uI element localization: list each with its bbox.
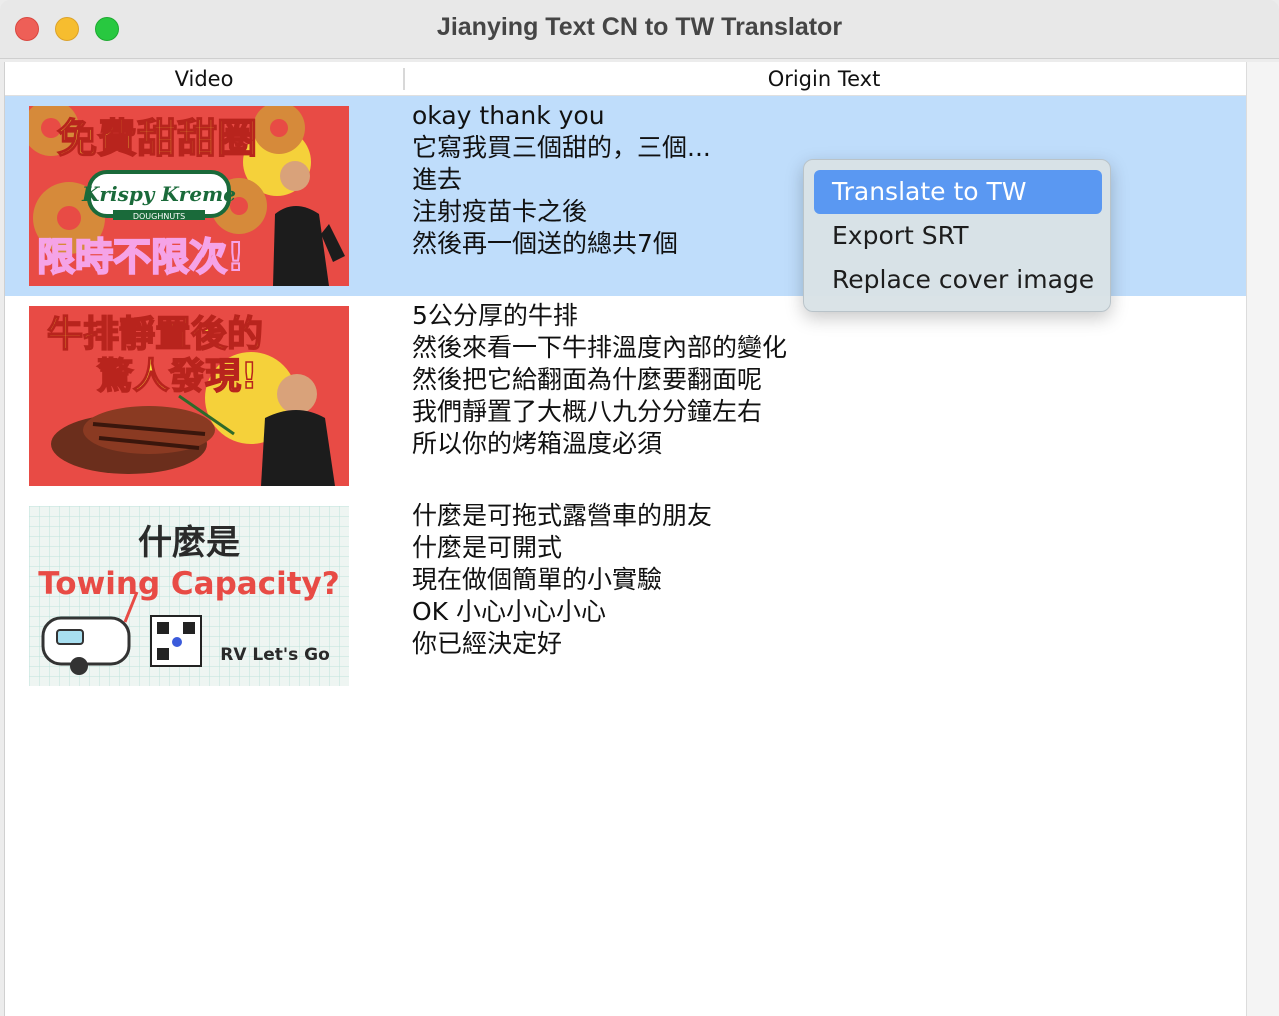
thumb-title: 牛排靜置後的 [47, 314, 263, 355]
context-menu: Translate to TW Export SRT Replace cover… [803, 159, 1111, 312]
subtitle-line: 什麼是可拖式露營車的朋友 [412, 501, 713, 530]
thumb-brand-sub: DOUGHNUTS [133, 212, 185, 221]
subtitle-line: 然後把它給翻面為什麼要翻面呢 [412, 365, 763, 394]
title-bar: Jianying Text CN to TW Translator [0, 0, 1279, 59]
subtitle-line: 然後來看一下牛排溫度內部的變化 [412, 333, 788, 362]
subtitle-line: 什麼是可開式 [412, 533, 563, 562]
subtitle-line: 你已經決定好 [412, 629, 563, 658]
subtitle-line: 所以你的烤箱溫度必須 [412, 429, 663, 458]
origin-text-cell: 什麼是可拖式露營車的朋友 什麼是可開式 現在做個簡單的小實驗 OK 小心小心小心… [412, 500, 1232, 660]
vertical-scrollbar[interactable] [1246, 62, 1279, 1016]
thumb-subtitle: 限時不限次! [37, 235, 244, 279]
thumb-title: 什麼是 [138, 523, 240, 563]
video-thumbnail[interactable]: 牛排靜置後的 驚人發現! [29, 306, 349, 486]
thumb-brand: RV Let's Go [220, 645, 330, 665]
thumb-title: 免費甜甜圈 [57, 116, 257, 162]
subtitle-line: 我們靜置了大概八九分分鐘左右 [412, 397, 763, 426]
menu-item-export-srt[interactable]: Export SRT [814, 214, 1102, 258]
origin-text-cell: 5公分厚的牛排 然後來看一下牛排溫度內部的變化 然後把它給翻面為什麼要翻面呢 我… [412, 300, 1232, 460]
menu-item-translate-to-tw[interactable]: Translate to TW [814, 170, 1102, 214]
column-header-origin-text[interactable]: Origin Text [405, 62, 1243, 95]
app-window: Jianying Text CN to TW Translator Video … [0, 0, 1279, 1016]
video-thumbnail[interactable]: 免費甜甜圈 Krispy Kreme DOUGHNUTS 限時不限次! [29, 106, 349, 286]
table-row[interactable]: 牛排靜置後的 驚人發現! 5公分厚的牛排 然後來看一下牛排溫度內部的變化 然後把… [5, 296, 1247, 496]
subtitle-line: OK 小心小心小心 [412, 597, 607, 626]
thumb-subtitle: Towing Capacity? [38, 566, 339, 602]
subtitle-line: okay thank you [412, 101, 605, 130]
column-header-video[interactable]: Video [5, 62, 403, 95]
table-row[interactable]: 什麼是 Towing Capacity? RV Let's Go 什麼是可拖式露… [5, 496, 1247, 696]
menu-item-replace-cover-image[interactable]: Replace cover image [814, 258, 1102, 302]
thumb-brand: Krispy Kreme [81, 182, 236, 206]
video-thumbnail[interactable]: 什麼是 Towing Capacity? RV Let's Go [29, 506, 349, 686]
window-title: Jianying Text CN to TW Translator [436, 13, 843, 41]
subtitle-line: 現在做個簡單的小實驗 [412, 565, 663, 594]
table-header: Video Origin Text [5, 62, 1247, 96]
thumb-title-line2: 驚人發現! [97, 356, 257, 397]
